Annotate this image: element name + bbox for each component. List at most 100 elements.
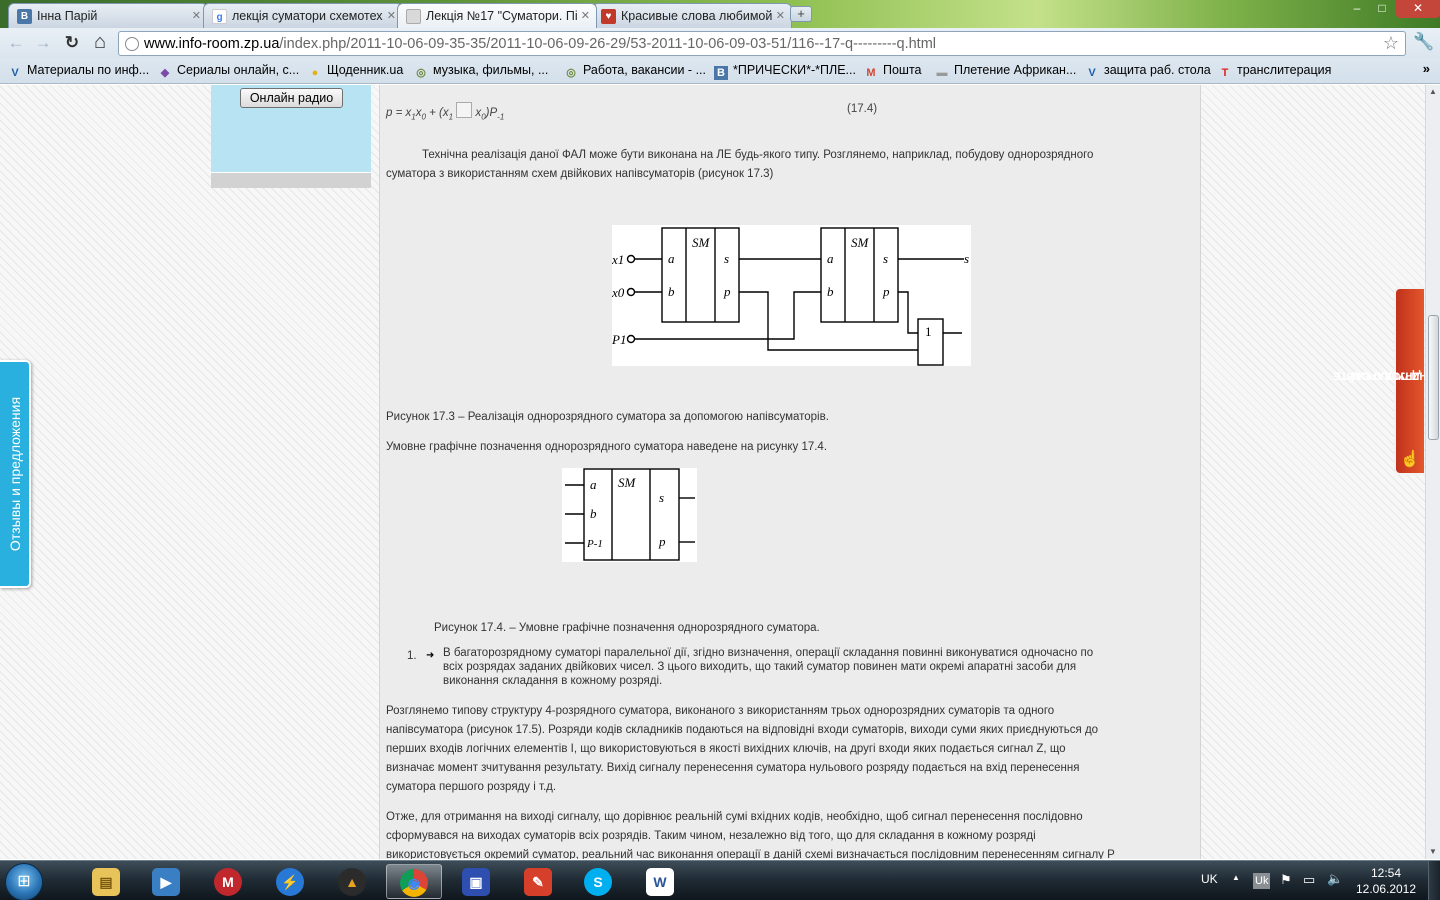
hand-cursor-icon: ☝: [1400, 451, 1420, 468]
svg-text:p: p: [658, 534, 666, 549]
taskbar-app-disk[interactable]: ▣: [448, 864, 504, 899]
figure-17-4-diagram: SM a b P-1 s p: [562, 468, 697, 562]
svg-text:p: p: [882, 284, 890, 299]
bookmark-item[interactable]: V Материалы по инф...: [8, 63, 149, 80]
reload-button[interactable]: ↻: [61, 33, 83, 53]
taskbar-app-downloader[interactable]: ⚡: [262, 864, 318, 899]
maximize-button[interactable]: □: [1370, 0, 1394, 18]
tab-vk[interactable]: B Інна Парій ✕: [8, 3, 208, 28]
close-icon[interactable]: ✕: [776, 9, 785, 22]
figure-17-3-diagram: SM SM a b s p a b s p s 1 x1 x0 P1: [612, 225, 971, 366]
taskbar-app-paint[interactable]: ✎: [510, 864, 566, 899]
input-x0: x0: [612, 285, 625, 300]
folder-icon: ▤: [92, 868, 120, 897]
taskbar-app-chrome[interactable]: ◉: [386, 864, 442, 899]
new-tab-button[interactable]: +: [790, 6, 812, 22]
clock-date: 12.06.2012: [1355, 882, 1417, 896]
start-button[interactable]: ⊞: [5, 863, 43, 900]
bookmark-label: Пошта: [883, 63, 922, 77]
bookmark-item[interactable]: ◆ Сериалы онлайн, с...: [158, 63, 299, 80]
list-item: В багаторозрядному суматорі паралельної …: [443, 647, 1094, 687]
svg-text:s: s: [883, 251, 888, 266]
bookmark-item[interactable]: ▬ Плетение Африкан...: [935, 63, 1077, 80]
taskbar-app-maxthon[interactable]: M: [200, 864, 256, 899]
svg-text:a: a: [827, 251, 834, 266]
back-button[interactable]: ←: [5, 33, 27, 53]
bookmark-item[interactable]: ◎ музыка, фильмы, ...: [414, 63, 548, 80]
scroll-down-arrow-icon[interactable]: ▼: [1426, 845, 1440, 859]
formula-17-4: p = x1x0 + (x1 x0)P-1: [386, 102, 504, 121]
taskbar-app-word[interactable]: W: [632, 864, 688, 899]
action-center-flag-icon[interactable]: ⚑: [1280, 872, 1292, 888]
taskbar-app-skype[interactable]: S: [570, 864, 626, 899]
web-page: Онлайн радио p = x1x0 + (x1 x0)P-1 (17.4…: [0, 85, 1425, 859]
bookmark-label: Плетение Африкан...: [954, 63, 1077, 77]
widget-footer: [211, 172, 371, 188]
network-icon[interactable]: ▭: [1303, 872, 1315, 888]
bookmark-item[interactable]: Vзащита раб. стола: [1085, 63, 1210, 80]
paragraph-structure: Розглянемо типову структуру 4-розрядного…: [386, 705, 1099, 793]
tab-google-search[interactable]: g лекція суматори схемотех ✕: [203, 3, 403, 28]
svg-text:b: b: [827, 284, 834, 299]
floppy-icon: ▣: [462, 868, 490, 897]
bookmark-label: транслитерация: [1237, 63, 1332, 77]
page-icon: [406, 9, 421, 24]
lightning-icon: ⚡: [276, 868, 304, 897]
block2-label: SM: [851, 235, 870, 250]
paragraph-carry: Отже, для отримання на виході сигналу, щ…: [386, 811, 1115, 859]
scroll-thumb[interactable]: [1428, 315, 1439, 440]
svg-text:s: s: [659, 490, 664, 505]
gift-side-tab[interactable]: РАССКАЖИ ДРУГУ О САЙТЕИ ПОЛУЧИ ПОДАРОК!: [1333, 287, 1440, 475]
chrome-icon: ◉: [400, 869, 428, 898]
tab-title: Красивые слова любимой: [621, 9, 773, 23]
close-icon[interactable]: ✕: [192, 9, 201, 22]
close-icon[interactable]: ✕: [581, 9, 590, 22]
svg-text:s: s: [964, 251, 969, 266]
tray-expand-arrow-icon[interactable]: ▲: [1232, 873, 1240, 882]
close-window-button[interactable]: ✕: [1396, 0, 1440, 18]
svg-text:p: p: [723, 284, 731, 299]
bookmark-item[interactable]: B *ПРИЧЕСКИ*-*ПЛЕ...: [714, 63, 856, 80]
forward-button[interactable]: →: [32, 33, 54, 53]
svg-text:a: a: [590, 477, 597, 492]
tab-title: Лекція №17 "Суматори. Пі: [426, 9, 578, 23]
close-icon[interactable]: ✕: [387, 9, 396, 22]
globe-icon: ◎: [416, 67, 426, 79]
bookmark-item[interactable]: Tтранслитерация: [1218, 63, 1332, 80]
taskbar-clock[interactable]: 12:54 12.06.2012: [1355, 865, 1417, 897]
vertical-scrollbar[interactable]: ▲ ▼: [1425, 85, 1440, 859]
volume-icon[interactable]: 🔈: [1327, 871, 1343, 887]
url-path: /index.php/2011-10-06-09-35-35/2011-10-0…: [279, 36, 937, 52]
svg-text:s: s: [724, 251, 729, 266]
keyboard-layout-badge[interactable]: Uk: [1253, 873, 1271, 889]
star-icon[interactable]: ☆: [1383, 33, 1399, 54]
taskbar-app-explorer[interactable]: ▤: [78, 864, 134, 899]
bookmark-item[interactable]: M Пошта: [864, 63, 922, 80]
url-host: www.info-room.zp.ua: [144, 36, 280, 52]
bookmarks-more-icon[interactable]: »: [1423, 61, 1430, 76]
tab-title: лекція суматори схемотех: [232, 9, 383, 23]
taskbar-app-aimp[interactable]: ▲: [324, 864, 380, 899]
wrench-icon[interactable]: 🔧: [1413, 32, 1434, 52]
windows-taskbar: ⊞ ▤ ▶ M ⚡ ▲ ◉ ▣ ✎ S W UK ▲ Uk ⚑ ▭ 🔈 12:5…: [0, 860, 1440, 900]
language-indicator[interactable]: UK: [1201, 872, 1218, 886]
home-button[interactable]: ⌂: [89, 32, 111, 53]
show-desktop-button[interactable]: [1428, 861, 1440, 900]
online-radio-button[interactable]: Онлайн радио: [240, 88, 343, 108]
taskbar-app-media[interactable]: ▶: [138, 864, 194, 899]
address-bar[interactable]: www.info-room.zp.ua/index.php/2011-10-06…: [118, 31, 1406, 56]
bookmark-label: Сериалы онлайн, с...: [177, 63, 300, 77]
bookmark-item[interactable]: ● Щоденник.ua: [308, 63, 404, 80]
missing-symbol-icon: [456, 102, 473, 118]
tab-strip: B Інна Парій ✕ g лекція суматори схемоте…: [0, 0, 1440, 28]
word-icon: W: [646, 868, 674, 897]
bulb-icon: ●: [311, 67, 319, 79]
bookmark-label: музыка, фильмы, ...: [433, 63, 549, 77]
bookmark-label: *ПРИЧЕСКИ*-*ПЛЕ...: [733, 63, 856, 77]
feedback-side-tab[interactable]: Отзывы и предложения: [0, 360, 31, 588]
minimize-button[interactable]: –: [1345, 0, 1369, 18]
tab-lecture-17[interactable]: Лекція №17 "Суматори. Пі ✕: [397, 3, 597, 28]
bookmark-item[interactable]: ◎ Работа, вакансии - ...: [564, 63, 706, 80]
scroll-up-arrow-icon[interactable]: ▲: [1426, 85, 1440, 99]
tab-beautiful-words[interactable]: ♥ Красивые слова любимой ✕: [592, 3, 792, 28]
